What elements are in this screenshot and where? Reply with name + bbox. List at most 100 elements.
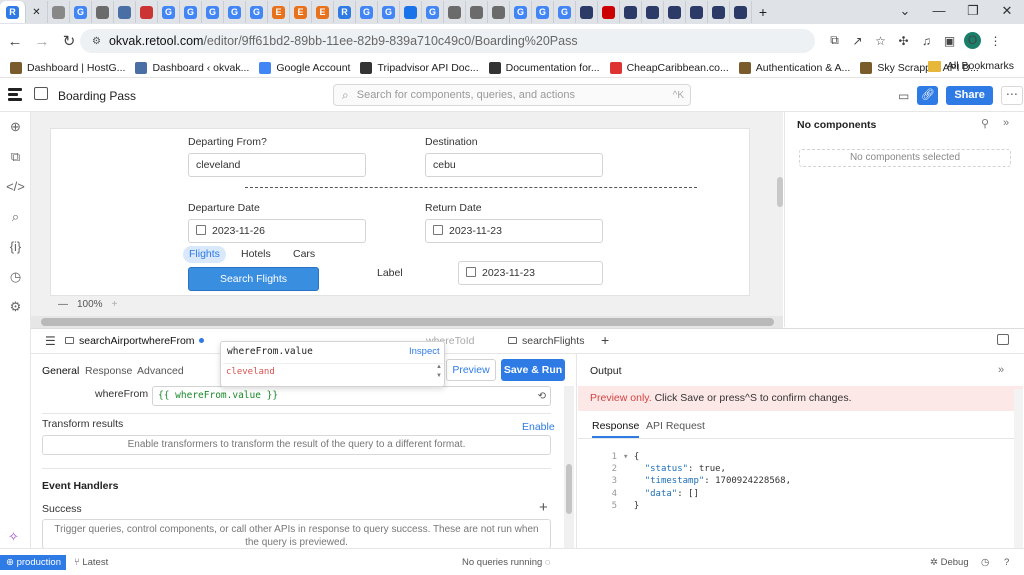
browser-tab[interactable] <box>444 1 466 23</box>
browser-tab[interactable]: G <box>70 1 92 23</box>
browser-tab[interactable] <box>598 1 620 23</box>
more-options-button[interactable]: ⋯ <box>1000 86 1023 105</box>
sidepanel-icon[interactable]: ▣ <box>941 34 958 48</box>
format-icon[interactable]: ⟲ <box>538 388 546 406</box>
scroll-thumb[interactable] <box>41 318 774 326</box>
browser-tab[interactable]: E <box>268 1 290 23</box>
browser-tab[interactable]: E <box>290 1 312 23</box>
preview-button[interactable]: Preview <box>446 359 496 381</box>
browser-tab[interactable]: R <box>0 1 26 23</box>
departure-date-input[interactable]: 2023-11-26 <box>188 219 366 243</box>
browser-tab[interactable]: G <box>554 1 576 23</box>
browser-tab[interactable]: G <box>202 1 224 23</box>
output-scrollbar[interactable] <box>1014 389 1023 549</box>
collapse-panel-icon[interactable] <box>997 334 1009 345</box>
bookmark-item[interactable]: CheapCaribbean.co... <box>609 61 729 74</box>
browser-tab[interactable]: G <box>180 1 202 23</box>
minimize-button[interactable]: — <box>922 0 956 24</box>
tab-cars[interactable]: Cars <box>287 246 321 263</box>
popup-scroll-arrows[interactable]: ▲ ▼ <box>436 363 442 381</box>
enable-transform-link[interactable]: Enable <box>522 421 555 433</box>
preview-device-icon[interactable]: ▭ <box>898 89 909 103</box>
browser-tab[interactable]: G <box>158 1 180 23</box>
reload-icon[interactable]: ↻ <box>57 32 81 50</box>
media-icon[interactable]: ♫ <box>918 34 935 48</box>
scroll-thumb[interactable] <box>566 464 572 514</box>
browser-tab[interactable] <box>708 1 730 23</box>
browser-tab[interactable] <box>576 1 598 23</box>
state-icon[interactable]: {i} <box>0 232 31 262</box>
departing-input[interactable]: cleveland <box>188 153 366 177</box>
query-list-icon[interactable]: ☰ <box>45 334 56 348</box>
zoom-in-icon[interactable]: + <box>112 299 118 310</box>
browser-tab[interactable] <box>92 1 114 23</box>
output-tab-response[interactable]: Response <box>592 420 640 438</box>
query-scrollbar[interactable] <box>564 386 574 549</box>
browser-tab[interactable]: G <box>378 1 400 23</box>
toggle-panel-icon[interactable] <box>34 87 48 100</box>
bookmark-item[interactable]: Dashboard ‹ okvak... <box>135 61 249 74</box>
tree-icon[interactable]: ⧉ <box>0 142 31 172</box>
add-component-icon[interactable]: ⊕ <box>0 112 31 142</box>
browser-tab[interactable] <box>664 1 686 23</box>
collapse-inspector-icon[interactable]: » <box>1003 117 1009 129</box>
browser-tab[interactable]: R <box>334 1 356 23</box>
bookmark-item[interactable]: Documentation for... <box>488 61 600 74</box>
close-tab-icon[interactable]: ✕ <box>26 1 48 23</box>
code-icon[interactable]: </> <box>0 172 31 202</box>
browser-tab[interactable] <box>48 1 70 23</box>
add-handler-icon[interactable]: + <box>539 499 548 516</box>
browser-tab[interactable]: G <box>510 1 532 23</box>
browser-tab[interactable]: G <box>422 1 444 23</box>
help-icon[interactable]: ? <box>1004 557 1009 568</box>
param-code-input[interactable]: {{ whereFrom.value }} ⟲ <box>152 386 551 406</box>
search-rail-icon[interactable]: ⌕ <box>0 202 31 232</box>
bookmark-item[interactable]: Tripadvisor API Doc... <box>360 61 479 74</box>
forward-icon[interactable]: → <box>30 33 54 50</box>
site-info-icon[interactable]: ⚙ <box>92 36 101 47</box>
history-icon[interactable]: ◷ <box>0 262 31 292</box>
add-query-icon[interactable]: + <box>601 332 609 348</box>
screenshot-icon[interactable]: ⧉ <box>826 33 843 48</box>
browser-tab[interactable]: G <box>246 1 268 23</box>
save-run-button[interactable]: Save & Run <box>501 359 565 381</box>
back-icon[interactable]: ← <box>3 33 27 50</box>
fold-icon[interactable]: ▾ <box>623 451 634 463</box>
environment-badge[interactable]: ⊕ production <box>0 555 66 570</box>
bookmark-item[interactable]: Authentication & A... <box>738 61 850 74</box>
browser-tab[interactable] <box>686 1 708 23</box>
browser-menu-icon[interactable]: ⋮ <box>987 34 1004 48</box>
bookmark-star-icon[interactable]: ☆ <box>872 34 889 48</box>
tab-hotels[interactable]: Hotels <box>235 246 277 263</box>
return-date-input[interactable]: 2023-11-23 <box>425 219 603 243</box>
browser-tab[interactable]: E <box>312 1 334 23</box>
share-button[interactable]: Share <box>946 86 993 105</box>
destination-input[interactable]: cebu <box>425 153 603 177</box>
browser-tab[interactable] <box>114 1 136 23</box>
subtab-advanced[interactable]: Advanced <box>137 365 184 377</box>
browser-tab[interactable]: G <box>356 1 378 23</box>
settings-icon[interactable]: ⚙ <box>0 292 31 322</box>
tab-flights[interactable]: Flights <box>183 246 226 263</box>
browser-tab[interactable] <box>642 1 664 23</box>
browser-tab[interactable] <box>466 1 488 23</box>
bookmark-item[interactable]: Google Account <box>259 61 350 74</box>
zoom-out-icon[interactable]: — <box>58 299 68 310</box>
retool-logo-icon[interactable] <box>8 88 22 101</box>
query-tab-searchAirportwhereFrom[interactable]: searchAirportwhereFrom <box>65 335 204 347</box>
browser-tab[interactable] <box>136 1 158 23</box>
label-date-input[interactable]: 2023-11-23 <box>458 261 603 285</box>
inspect-link[interactable]: Inspect <box>409 346 440 357</box>
share-page-icon[interactable]: ↗ <box>849 34 866 48</box>
canvas-scrollbar[interactable] <box>777 177 783 207</box>
copy-link-button[interactable]: 🔗︎ <box>917 86 939 105</box>
subtab-response[interactable]: Response <box>85 365 132 377</box>
extensions-icon[interactable]: ✣ <box>895 34 912 48</box>
browser-tab[interactable] <box>488 1 510 23</box>
pin-icon[interactable]: ⚲ <box>981 117 989 130</box>
browser-tab[interactable]: G <box>532 1 554 23</box>
version-selector[interactable]: ⑂ Latest <box>74 557 108 568</box>
output-tab-api-request[interactable]: API Request <box>646 420 705 436</box>
profile-avatar[interactable]: O <box>964 32 981 49</box>
search-flights-button[interactable]: Search Flights <box>188 267 319 291</box>
